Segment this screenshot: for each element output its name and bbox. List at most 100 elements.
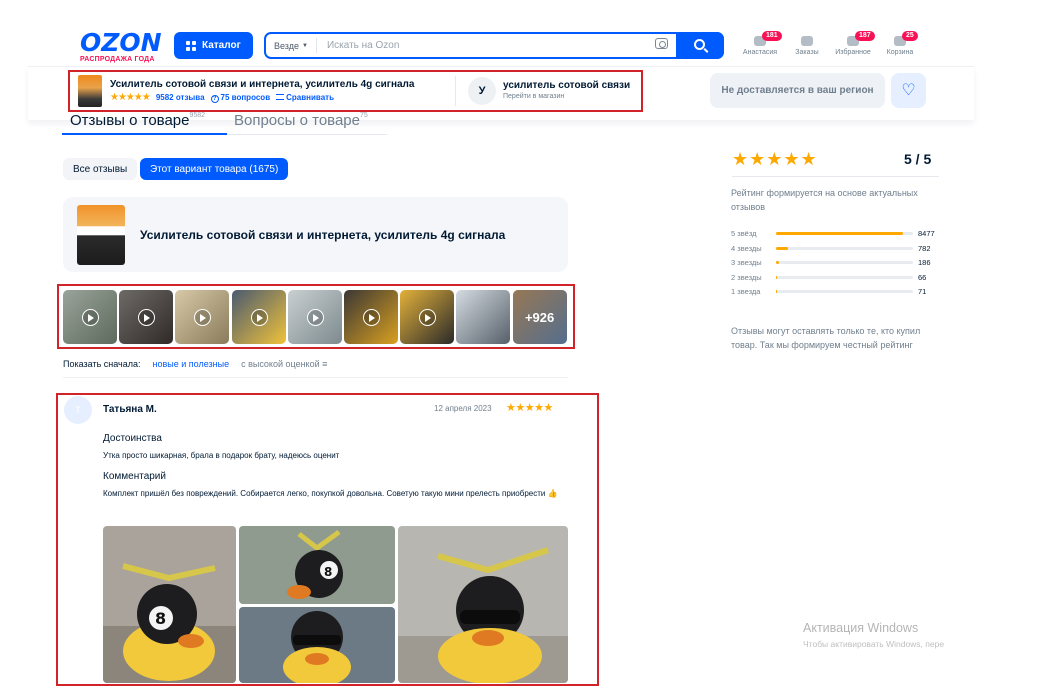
review-photo[interactable]: 8 bbox=[103, 526, 236, 683]
reviews-count-link[interactable]: 9582 отзыва bbox=[156, 93, 205, 102]
nav-favorites-badge: 187 bbox=[855, 31, 875, 41]
media-thumbnail[interactable] bbox=[344, 290, 398, 344]
nav-orders[interactable]: Заказы bbox=[786, 36, 828, 56]
rating-row-count: 66 bbox=[918, 272, 927, 282]
play-icon bbox=[306, 309, 324, 326]
media-thumbnail[interactable] bbox=[63, 290, 117, 344]
rating-row-bar bbox=[776, 290, 913, 293]
active-tab-indicator bbox=[62, 133, 227, 135]
svg-text:8: 8 bbox=[324, 565, 332, 579]
box-icon bbox=[801, 36, 813, 46]
rating-row-label: 3 звезды bbox=[731, 258, 762, 267]
play-icon bbox=[82, 309, 99, 326]
media-thumbnail[interactable] bbox=[175, 290, 230, 344]
windows-activation-title: Активация Windows bbox=[803, 621, 919, 635]
tab-reviews-label: Отзывы о товаре bbox=[70, 112, 190, 129]
media-thumbnail[interactable] bbox=[400, 290, 455, 344]
go-to-store-link[interactable]: Перейти в магазин bbox=[503, 93, 564, 100]
rating-note: Рейтинг формируется на основе актуальных… bbox=[731, 188, 918, 212]
rating-row-label: 2 звезды bbox=[731, 272, 762, 282]
play-icon bbox=[138, 309, 156, 326]
compare-link[interactable]: Сравнивать bbox=[276, 93, 334, 102]
media-thumbnail[interactable] bbox=[231, 290, 286, 344]
review-photo[interactable] bbox=[398, 526, 568, 683]
tab-underline bbox=[227, 134, 387, 135]
heart-icon: 187 bbox=[847, 31, 875, 46]
nav-cart[interactable]: 25 Корзина bbox=[879, 31, 921, 56]
media-thumbnail[interactable] bbox=[456, 290, 511, 344]
play-icon bbox=[363, 309, 380, 326]
compare-label: Сравнивать bbox=[286, 93, 334, 102]
nav-profile[interactable]: 181 Анастасия bbox=[739, 31, 782, 56]
nav-profile-badge: 181 bbox=[762, 31, 782, 41]
rating-footer-note: Отзывы могут оставлять только те, кто ку… bbox=[731, 326, 921, 350]
seller-name[interactable]: усилитель сотовой связи bbox=[503, 80, 630, 91]
rating-row-bar-fill bbox=[776, 261, 779, 264]
search-bar: Везде ▼ bbox=[264, 32, 724, 59]
filter-all-reviews[interactable]: Все отзывы bbox=[63, 158, 138, 180]
product-image[interactable] bbox=[77, 205, 125, 265]
divider bbox=[732, 176, 939, 177]
rating-row-bar bbox=[776, 275, 913, 279]
rating-distribution-row[interactable]: 2 звезды 66 bbox=[731, 273, 941, 283]
product-card-title[interactable]: Усилитель сотовой связи и интернета, уси… bbox=[140, 228, 505, 242]
review-author: Татьяна М. bbox=[103, 404, 157, 415]
cart-icon: 25 bbox=[894, 31, 918, 46]
rating-row-bar bbox=[776, 232, 913, 235]
divider bbox=[455, 76, 456, 106]
tab-questions-count: 75 bbox=[359, 112, 368, 119]
windows-activation-text: Чтобы активировать Windows, пере bbox=[803, 639, 945, 649]
filter-this-variant[interactable]: Этот вариант товара (1675) bbox=[140, 158, 289, 180]
sort-high-rating[interactable]: с высокой оценкой ≡ bbox=[241, 359, 327, 369]
compare-icon bbox=[276, 94, 285, 100]
questions-label: 75 вопросов bbox=[220, 92, 271, 102]
review-photo[interactable]: 8 bbox=[239, 526, 395, 604]
rating-distribution-row[interactable]: 5 звёзд 8477 bbox=[731, 229, 941, 239]
rating-distribution-row[interactable]: 3 звезды 186 bbox=[731, 258, 941, 268]
rating-row-bar-fill bbox=[776, 246, 789, 250]
catalog-button[interactable]: Каталог bbox=[174, 32, 253, 59]
review-pros-text: Утка просто шикарная, брала в подарок бр… bbox=[103, 451, 340, 460]
reviewer-avatar: Т bbox=[64, 396, 92, 424]
nav-favorites[interactable]: 187 Избранное bbox=[832, 31, 875, 56]
add-to-favorites-button[interactable]: ♡ bbox=[891, 73, 926, 108]
chevron-down-icon: ▼ bbox=[302, 42, 308, 49]
seller-avatar[interactable]: У bbox=[468, 77, 496, 105]
question-icon: ? bbox=[210, 94, 219, 103]
sort-row: Показать сначала: новые и полезные с выс… bbox=[63, 359, 327, 369]
heart-outline-icon: ♡ bbox=[901, 81, 916, 99]
rating-row-count: 71 bbox=[918, 287, 927, 296]
camera-icon[interactable] bbox=[655, 38, 668, 49]
search-scope-select[interactable]: Везде ▼ bbox=[266, 38, 317, 53]
tab-questions-label: Вопросы о товаре bbox=[234, 112, 360, 129]
nav-cart-label: Корзина bbox=[886, 49, 914, 56]
ozon-logo[interactable]: OZON РАСПРОДАЖА ГОДА bbox=[80, 30, 164, 64]
search-button[interactable] bbox=[676, 32, 724, 59]
rating-row-count: 186 bbox=[918, 258, 931, 267]
rating-row-label: 5 звёзд bbox=[731, 229, 757, 238]
tab-reviews[interactable]: Отзывы о товаре9582 bbox=[70, 112, 205, 129]
media-thumbnail[interactable]: +926 bbox=[512, 290, 567, 344]
media-thumbnail[interactable] bbox=[287, 290, 342, 344]
sticky-product-title[interactable]: Усилитель сотовой связи и интернета, уси… bbox=[110, 79, 414, 90]
divider bbox=[63, 377, 568, 378]
media-thumbnail[interactable] bbox=[119, 290, 174, 344]
product-thumbnail[interactable] bbox=[78, 75, 102, 107]
rating-value: 5 / 5 bbox=[904, 151, 932, 167]
tab-questions[interactable]: Вопросы о товаре75 bbox=[234, 112, 368, 129]
rating-row-bar-fill bbox=[776, 232, 904, 235]
review-stars: ★★★★★ bbox=[506, 402, 553, 414]
sort-new-useful[interactable]: новые и полезные bbox=[153, 359, 230, 369]
search-input[interactable] bbox=[316, 40, 647, 51]
questions-link[interactable]: ? 75 вопросов bbox=[210, 92, 271, 103]
logo-sale-caption: РАСПРОДАЖА ГОДА bbox=[80, 56, 155, 63]
more-media-count: +926 bbox=[512, 290, 567, 344]
sticky-product-meta: ★★★★★ 9582 отзыва ? 75 вопросов Сравниват… bbox=[110, 92, 334, 103]
rating-row-count: 8477 bbox=[918, 229, 935, 238]
rating-row-bar-fill bbox=[776, 275, 778, 279]
rating-row-bar-fill bbox=[776, 290, 778, 293]
rating-distribution-row[interactable]: 1 звезда 71 bbox=[731, 287, 941, 297]
rating-row-bar bbox=[776, 261, 913, 264]
rating-distribution-row[interactable]: 4 звезды 782 bbox=[731, 244, 941, 254]
review-photo[interactable] bbox=[239, 607, 395, 683]
